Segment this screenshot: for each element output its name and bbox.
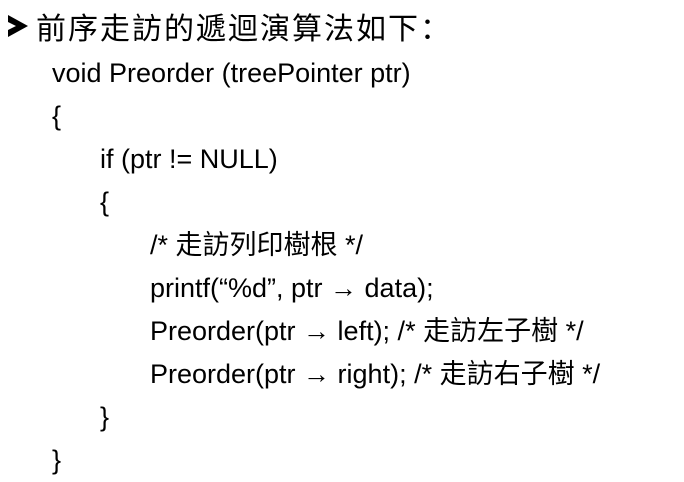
heading: 前序走訪的遞迴演算法如下： — [8, 4, 452, 48]
code-comment-text: 走訪列印樹根 — [175, 230, 338, 261]
code-comment-text: 走訪左子樹 — [423, 316, 559, 347]
code-recursive-call-left: Preorder(ptr → left); /* — [150, 316, 424, 346]
code-comment-close: */ — [337, 230, 364, 260]
code-if-statement: if (ptr != NULL) — [100, 144, 278, 174]
code-line-4: { — [0, 181, 684, 224]
code-close-brace: } — [100, 402, 110, 432]
code-function-signature: void Preorder (treePointer ptr) — [52, 58, 411, 88]
code-open-brace: { — [52, 101, 62, 131]
code-block: void Preorder (treePointer ptr) { if (pt… — [0, 52, 684, 482]
heading-text: 前序走訪的遞迴演算法如下： — [36, 12, 452, 47]
code-recursive-call-right: Preorder(ptr → right); /* — [150, 359, 440, 389]
code-line-8: Preorder(ptr → right); /* 走訪右子樹 */ — [0, 353, 684, 396]
code-line-3: if (ptr != NULL) — [0, 138, 684, 181]
code-close-brace: } — [52, 445, 62, 475]
arrowhead-bullet-icon — [8, 15, 28, 37]
code-comment-close: */ — [574, 359, 601, 389]
code-line-6: printf(“%d”, ptr → data); — [0, 267, 684, 310]
code-line-1: void Preorder (treePointer ptr) — [0, 52, 684, 95]
code-line-9: } — [0, 396, 684, 439]
code-comment-text: 走訪右子樹 — [439, 359, 575, 390]
code-open-brace: { — [100, 187, 110, 217]
slide: 前序走訪的遞迴演算法如下： void Preorder (treePointer… — [0, 0, 684, 481]
code-comment-open: /* — [150, 230, 176, 260]
code-line-2: { — [0, 95, 684, 138]
code-printf-statement: printf(“%d”, ptr → data); — [150, 273, 434, 303]
code-comment-close: */ — [558, 316, 584, 346]
code-line-5: /* 走訪列印樹根 */ — [0, 224, 684, 267]
code-line-7: Preorder(ptr → left); /* 走訪左子樹 */ — [0, 310, 684, 353]
code-line-10: } — [0, 439, 684, 482]
